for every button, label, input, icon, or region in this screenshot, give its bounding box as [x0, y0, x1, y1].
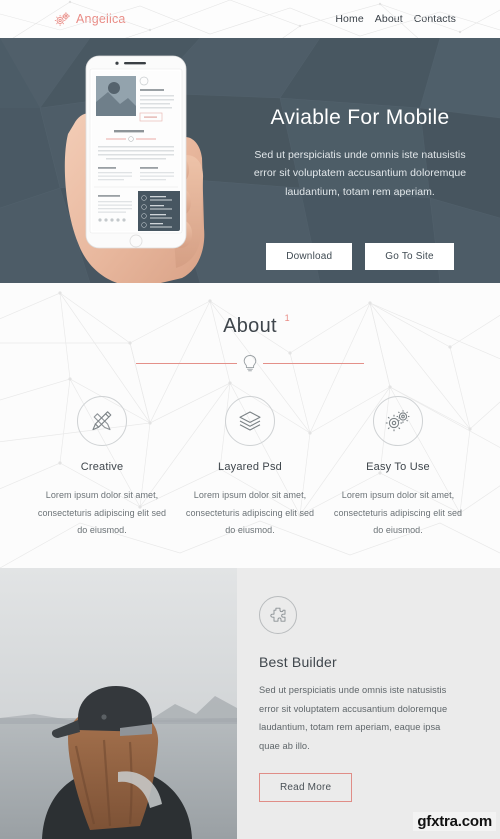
- pencil-ruler-icon: [92, 411, 112, 431]
- hero-section: Aviable For Mobile Sed ut perspiciatis u…: [0, 38, 500, 283]
- layers-icon: [239, 411, 261, 431]
- hero-subtitle: Sed ut perspiciatis unde omnis iste natu…: [253, 149, 467, 198]
- feature-icon-circle: [77, 396, 127, 446]
- site-header: Angelica Home About Contacts: [0, 0, 500, 38]
- nav-contacts[interactable]: Contacts: [414, 13, 456, 25]
- puzzle-piece-icon: [270, 607, 286, 622]
- feature-title: Layared Psd: [218, 461, 282, 473]
- nav-home[interactable]: Home: [335, 13, 363, 25]
- brand-name: Angelica: [76, 12, 126, 26]
- feature-title: Creative: [80, 461, 124, 473]
- feature-icon-circle: [373, 396, 423, 446]
- feature-text: Lorem ipsum dolor sit amet, consecteturi…: [333, 490, 463, 536]
- feature-title: Easy To Use: [366, 461, 430, 473]
- about-title: About: [223, 315, 277, 337]
- brand-logo[interactable]: Angelica: [54, 11, 126, 27]
- builder-icon-circle: [259, 596, 297, 634]
- watermark: gfxtra.com: [413, 812, 496, 831]
- hero-copy: Aviable For Mobile Sed ut perspiciatis u…: [245, 106, 475, 201]
- gears-icon: [385, 410, 410, 432]
- feature-item: Easy To Use Lorem ipsum dolor sit amet, …: [324, 396, 472, 540]
- woman-in-cap-by-the-water-photo: [0, 568, 237, 839]
- feature-text: Lorem ipsum dolor sit amet, consecteturi…: [37, 490, 167, 536]
- best-builder-section: Best Builder Sed ut perspiciatis unde om…: [0, 568, 500, 839]
- read-more-button[interactable]: Read More: [259, 773, 353, 803]
- divider-line-left: [136, 362, 237, 364]
- nav-about[interactable]: About: [375, 13, 403, 25]
- landing-page-preview: Angelica Home About Contacts Aviable For…: [0, 0, 500, 839]
- feature-list: Creative Lorem ipsum dolor sit amet, con…: [0, 396, 500, 540]
- builder-text: Sed ut perspiciatis unde omnis iste natu…: [259, 685, 448, 751]
- go-to-site-button[interactable]: Go To Site: [365, 243, 454, 270]
- feature-item: Creative Lorem ipsum dolor sit amet, con…: [28, 396, 176, 540]
- about-title-wrap: About 1: [223, 313, 289, 338]
- feature-item: Layared Psd Lorem ipsum dolor sit amet, …: [176, 396, 324, 540]
- builder-title: Best Builder: [259, 654, 337, 670]
- builder-panel: Best Builder Sed ut perspiciatis unde om…: [237, 568, 500, 839]
- about-header: About 1: [0, 283, 500, 374]
- gears-icon: [54, 12, 70, 26]
- feature-icon-circle: [225, 396, 275, 446]
- divider-line-right: [263, 362, 364, 364]
- feature-text: Lorem ipsum dolor sit amet, consecteturi…: [185, 490, 315, 536]
- hand-holding-smartphone: [62, 38, 212, 283]
- download-button[interactable]: Download: [266, 243, 353, 270]
- builder-photo: [0, 568, 237, 839]
- about-section: About 1 Creative Lorem ipsum dolor sit a…: [0, 283, 500, 568]
- about-superscript: 1: [284, 313, 290, 323]
- phone-mockup-illustration: [64, 55, 205, 283]
- about-divider: [136, 352, 364, 374]
- hero-title: Aviable For Mobile: [270, 106, 450, 129]
- main-navigation: Home About Contacts: [335, 13, 456, 25]
- hero-actions: Download Go To Site: [245, 243, 475, 270]
- lightbulb-icon: [243, 355, 257, 372]
